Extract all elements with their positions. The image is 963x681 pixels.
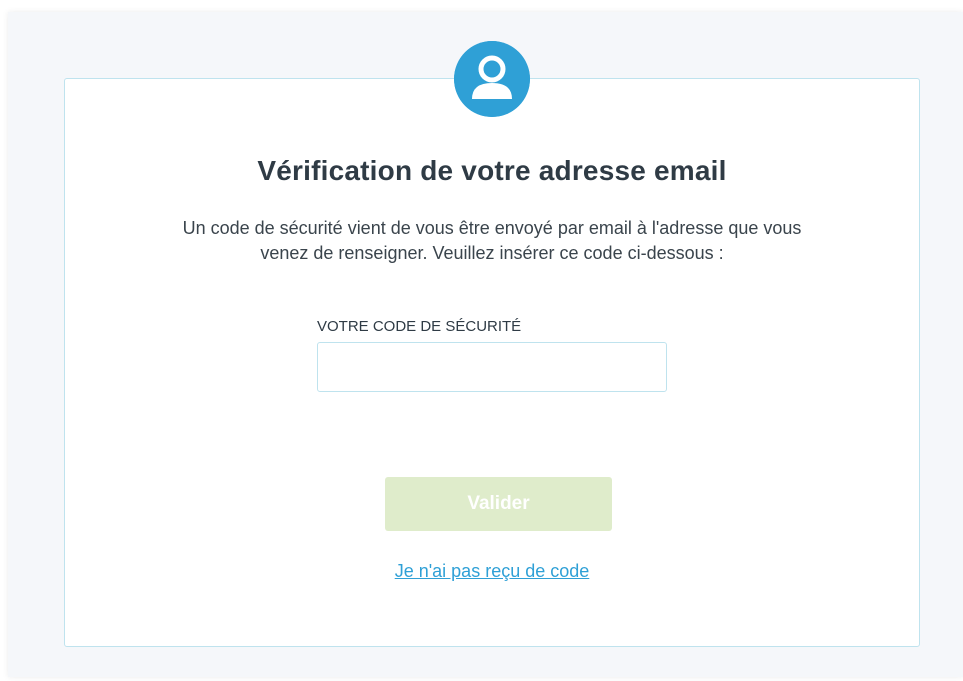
security-code-input[interactable] <box>317 342 667 392</box>
page: Vérification de votre adresse email Un c… <box>0 0 963 681</box>
user-silhouette-icon <box>454 41 530 117</box>
code-field-label: VOTRE CODE DE SÉCURITÉ <box>317 318 522 335</box>
instruction-text: Un code de sécurité vient de vous être e… <box>182 218 802 263</box>
resend-code-link[interactable]: Je n'ai pas reçu de code <box>395 561 590 581</box>
verification-card: Vérification de votre adresse email Un c… <box>64 41 920 647</box>
resend-code-row: Je n'ai pas reçu de code <box>65 561 919 582</box>
validate-button[interactable]: Valider <box>385 477 612 531</box>
page-title: Vérification de votre adresse email <box>257 155 727 186</box>
user-avatar-icon <box>454 41 530 117</box>
